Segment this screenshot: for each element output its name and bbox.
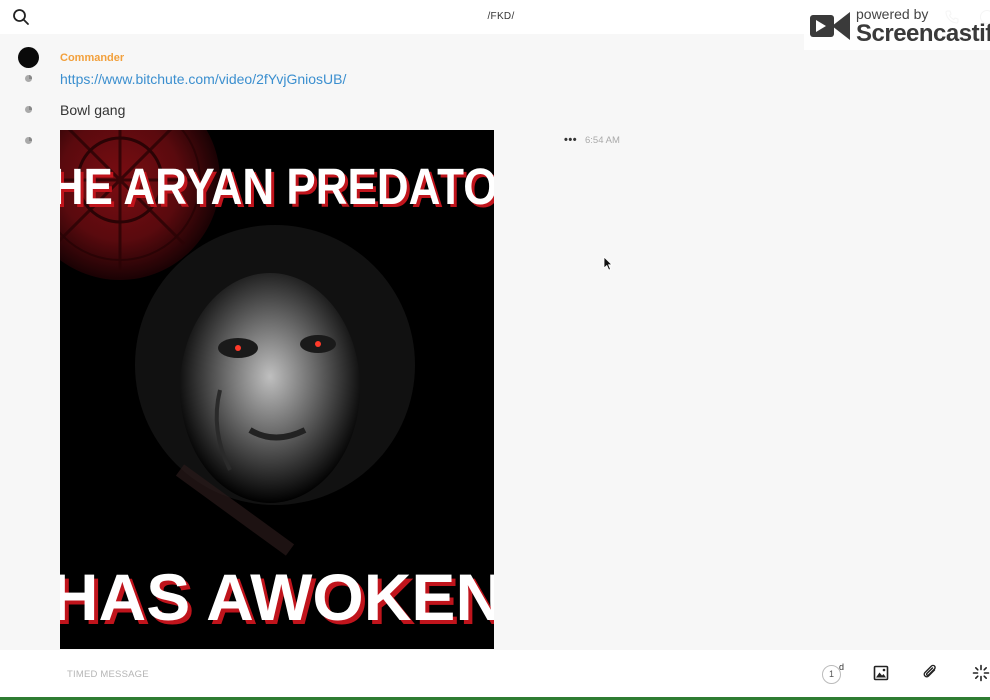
- read-receipt-icon: [25, 137, 32, 144]
- watermark-brand: Screencastify: [856, 20, 990, 47]
- timer-button[interactable]: 1 d: [822, 662, 848, 684]
- message-text: Bowl gang: [60, 102, 126, 118]
- screencastify-watermark: powered by Screencastify: [804, 0, 990, 50]
- message-input[interactable]: TIMED MESSAGE: [67, 669, 149, 680]
- message-image[interactable]: THE ARYAN PREDATOR THE ARYAN PREDATOR HA…: [60, 130, 494, 649]
- poster-subtitle: HAS AWOKEN: [60, 560, 494, 634]
- poster-title: THE ARYAN PREDATOR: [60, 159, 494, 216]
- message-menu-icon[interactable]: •••: [564, 135, 577, 146]
- sparkle-icon[interactable]: [972, 664, 990, 687]
- sender-name: Commander: [60, 52, 125, 64]
- poster-face-graphic: [180, 273, 360, 503]
- read-receipt-icon: [25, 106, 32, 113]
- avatar[interactable]: [18, 47, 39, 68]
- timer-unit: d: [839, 662, 845, 672]
- message-link[interactable]: https://www.bitchute.com/video/2fYvjGnio…: [60, 71, 346, 87]
- screencastify-logo-icon: [808, 8, 852, 49]
- read-receipt-icon: [25, 75, 32, 82]
- message-timestamp: 6:54 AM: [585, 135, 620, 146]
- paperclip-icon[interactable]: [922, 664, 940, 687]
- mouse-cursor-icon: [603, 256, 613, 276]
- image-icon[interactable]: [873, 665, 889, 686]
